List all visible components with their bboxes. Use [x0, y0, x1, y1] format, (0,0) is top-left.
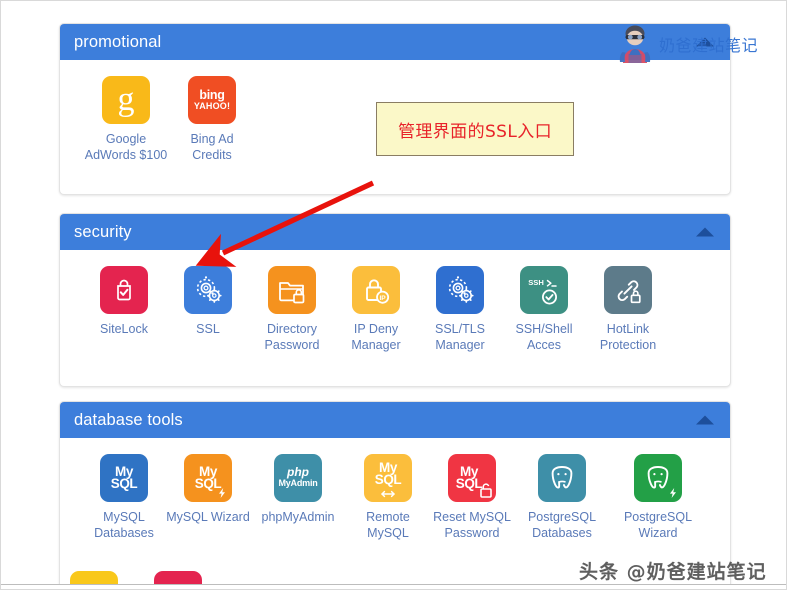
section-card-security: security SiteLock SSL Directory Password… [59, 213, 731, 387]
app-tile-ssl[interactable]: SSL [166, 266, 250, 338]
watermark-top-text: 奶爸建站笔记 [659, 36, 759, 55]
ssh-shell-check-icon: SSH [520, 266, 568, 314]
section-body-database-tools: My SQL MySQL Databases My SQL MySQL Wizard… [60, 438, 730, 561]
ssl-gear-icon [184, 266, 232, 314]
app-tile-postgresql-wizard[interactable]: PostgreSQL Wizard [610, 454, 706, 541]
app-tile-phpmyadmin[interactable]: php MyAdmin phpMyAdmin [250, 454, 346, 526]
app-tile-ssl-tls-manager[interactable]: SSL/TLS Manager [418, 266, 502, 353]
svg-text:IP: IP [379, 295, 386, 302]
app-tile-sitelock[interactable]: SiteLock [82, 266, 166, 338]
app-tile-label: Remote MySQL [366, 510, 410, 540]
app-tile-label: Bing Ad Credits [190, 132, 234, 162]
section-title: security [74, 222, 132, 241]
annotation-text: 管理界面的SSL入口 [397, 121, 553, 142]
mysql-icon: My SQL [100, 454, 148, 502]
app-tile-label: SSH/Shell Acces [515, 322, 573, 352]
app-tile-label: PostgreSQL Wizard [623, 510, 693, 540]
watermark-bottom-text: 头条 @奶爸建站笔记 [579, 561, 767, 583]
app-tile-label: Google AdWords $100 [84, 132, 168, 162]
app-tile-reset-mysql-password[interactable]: My SQL Reset MySQL Password [430, 454, 514, 541]
mysql-wizard-icon: My SQL [184, 454, 232, 502]
mysql-remote-icon: My SQL [364, 454, 412, 502]
lock-ip-icon: IP [352, 266, 400, 314]
app-tile-directory-password[interactable]: Directory Password [250, 266, 334, 353]
chain-lock-icon [604, 266, 652, 314]
bing-yahoo-icon: bing YAHOO! [188, 76, 236, 124]
svg-text:SSH: SSH [528, 278, 544, 287]
app-tile-label: Directory Password [264, 322, 320, 352]
user-avatar-icon [619, 25, 651, 63]
annotation-callout-box: 管理界面的SSL入口 [376, 102, 574, 156]
postgresql-icon [538, 454, 586, 502]
app-tile-label: PostgreSQL Databases [527, 510, 597, 540]
folder-lock-icon [268, 266, 316, 314]
bottom-edge [1, 584, 786, 589]
app-tile-label: SSL [196, 322, 220, 336]
app-tile-mysql-databases[interactable]: My SQL MySQL Databases [82, 454, 166, 541]
app-tile-label: MySQL Databases [94, 510, 154, 540]
app-tile-label: HotLink Protection [599, 322, 657, 352]
section-body-security: SiteLock SSL Directory Password IP IP De… [60, 250, 730, 373]
section-title: promotional [74, 32, 162, 51]
sitelock-shield-check-icon [100, 266, 148, 314]
ssl-tls-gear-icon [436, 266, 484, 314]
watermark-top: 奶爸建站笔记 [613, 22, 758, 66]
app-tile-postgresql-databases[interactable]: PostgreSQL Databases [514, 454, 610, 541]
section-header-database-tools[interactable]: database tools [60, 402, 730, 438]
app-tile-bing-ad-credits[interactable]: bing YAHOO! Bing Ad Credits [170, 76, 254, 163]
app-tile-label: IP Deny Manager [351, 322, 401, 352]
app-tile-mysql-wizard[interactable]: My SQL MySQL Wizard [166, 454, 250, 526]
google-adwords-icon: g [102, 76, 150, 124]
phpmyadmin-icon: php MyAdmin [274, 454, 322, 502]
app-tile-label: MySQL Wizard [166, 510, 250, 524]
app-tile-ssh-shell-access[interactable]: SSH SSH/Shell Acces [502, 266, 586, 353]
triangle-up-icon[interactable] [696, 415, 714, 425]
app-tile-label: phpMyAdmin [261, 510, 335, 524]
app-tile-label: Reset MySQL Password [433, 510, 511, 540]
postgresql-wizard-icon [634, 454, 682, 502]
cpanel-page: promotional g Google AdWords $100 bing YA… [0, 0, 787, 590]
app-tile-google-adwords[interactable]: g Google AdWords $100 [84, 76, 168, 163]
section-title: database tools [74, 410, 183, 429]
section-header-security[interactable]: security [60, 214, 730, 250]
app-tile-label: SiteLock [100, 322, 148, 336]
app-tile-label: SSL/TLS Manager [434, 322, 486, 352]
triangle-up-icon[interactable] [696, 227, 714, 237]
mysql-reset-password-icon: My SQL [448, 454, 496, 502]
app-tile-remote-mysql[interactable]: My SQL Remote MySQL [346, 454, 430, 541]
app-tile-hotlink-protection[interactable]: HotLink Protection [586, 266, 670, 353]
app-tile-ip-deny-manager[interactable]: IP IP Deny Manager [334, 266, 418, 353]
